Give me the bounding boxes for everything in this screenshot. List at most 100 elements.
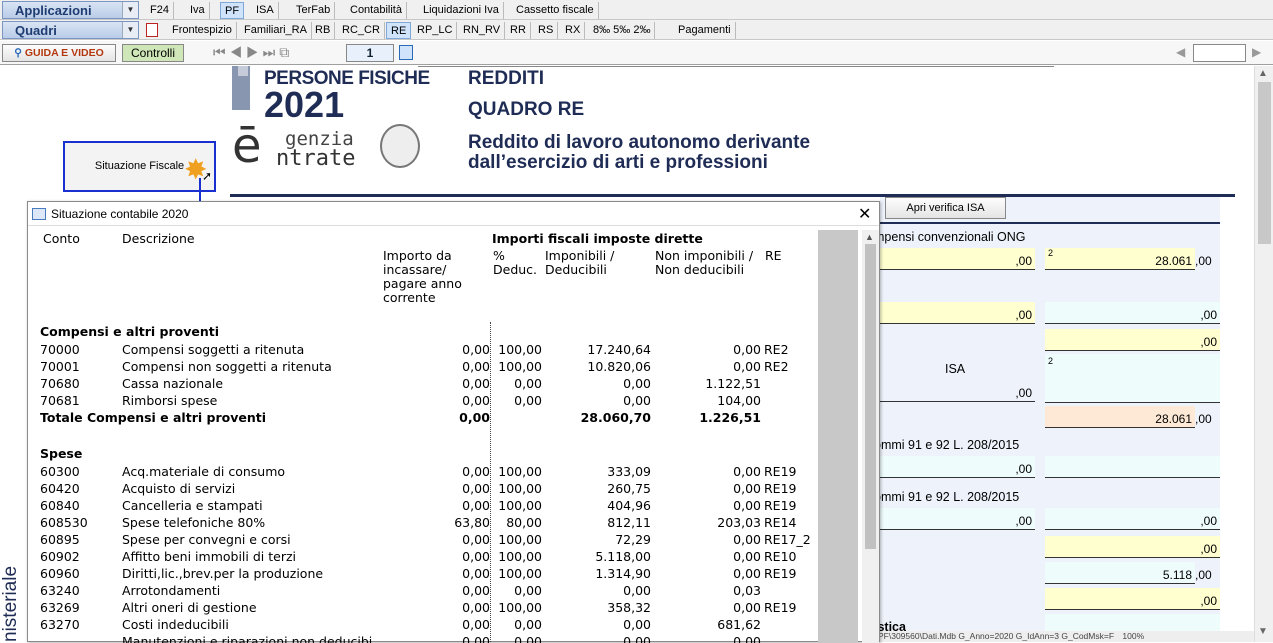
cell-conto: 60300 (40, 464, 80, 479)
tab-re[interactable]: RE (386, 22, 412, 39)
cell-perc: 100,00 (498, 359, 542, 374)
cell-imponibili: 17.240,64 (587, 342, 651, 357)
last-page-icon[interactable]: ⏭ (263, 44, 280, 60)
zoom-input[interactable] (1193, 44, 1246, 62)
tab-f24[interactable]: F24 (146, 2, 174, 19)
tab-rs[interactable]: RS (534, 22, 559, 39)
chevron-down-icon[interactable]: ▼ (122, 22, 138, 38)
cell-descrizione: Spese per convegni e corsi (122, 532, 291, 547)
section-title: Compensi e altri proventi (28, 324, 818, 341)
tab-familiari-ra[interactable]: Familiari_RA (240, 22, 312, 39)
cell-re: RE17_2 (764, 532, 811, 547)
table-row[interactable]: 60840 Cancelleria e stampati 0,00 100,00 404… (28, 498, 818, 515)
tab-rx[interactable]: RX (561, 22, 586, 39)
table-row[interactable]: 60895 Spese per convegni e corsi 0,00 100,0… (28, 532, 818, 549)
field-12[interactable]: ,00 (1045, 508, 1220, 530)
tab-rb[interactable]: RB (311, 22, 336, 39)
chevron-down-icon[interactable]: ▼ (122, 2, 138, 18)
dialog-scroll-up-icon[interactable]: ▲ (865, 232, 874, 242)
tab-contabilita[interactable]: Contabilità (346, 2, 407, 19)
tab-rp-lc[interactable]: RP_LC (413, 22, 458, 39)
tab-liquidazioni-iva[interactable]: Liquidazioni Iva (419, 2, 504, 19)
scroll-left-icon[interactable]: ◀ (1176, 45, 1185, 59)
page-number-input[interactable]: 1 (346, 44, 394, 62)
cell-importo: 0,00 (462, 342, 490, 357)
cell-perc: 100,00 (498, 464, 542, 479)
guida-video-button[interactable]: ⚲ GUIDA E VIDEO (2, 44, 116, 62)
applicazioni-combo[interactable]: Applicazioni ▼ (2, 1, 139, 19)
field-6[interactable]: ,00 (880, 380, 1035, 402)
table-row[interactable]: 70000 Compensi soggetti a ritenuta 0,00 100… (28, 342, 818, 359)
table-row[interactable]: 63240 Arrotondamenti 0,00 0,00 0,00 0,03 (28, 583, 818, 600)
search-page-icon[interactable] (399, 45, 413, 60)
tab-rc-cr[interactable]: RC_CR (338, 22, 385, 39)
quadri-combo[interactable]: Quadri ▼ (2, 21, 139, 39)
cell-importo: 0,00 (462, 549, 490, 564)
field-2[interactable]: 2 28.061 (1045, 248, 1195, 270)
table-row[interactable]: 60902 Affitto beni immobili di terzi 0,00 1… (28, 549, 818, 566)
field-14[interactable]: 5.118 (1045, 562, 1195, 584)
scroll-thumb[interactable] (1258, 82, 1271, 244)
tab-pf[interactable]: PF (220, 2, 245, 19)
scroll-down-icon[interactable]: ▼ (1258, 626, 1268, 637)
field-10[interactable] (1045, 456, 1220, 478)
cell-perc: 100,00 (498, 481, 542, 496)
tab-rn-rv[interactable]: RN_RV (459, 22, 506, 39)
table-row[interactable]: 63270 Costi indeducibili 0,00 0,00 0,00 681,6… (28, 617, 818, 634)
cell-perc: 0,00 (514, 393, 542, 408)
vertical-scrollbar[interactable]: ▲ ▼ (1254, 66, 1273, 642)
table-row[interactable]: 608530 Spese telefoniche 80% 63,80 80,00 812… (28, 515, 818, 532)
header-re: RE (765, 248, 782, 263)
dialog-scrollbar[interactable]: ▲ (862, 230, 879, 643)
magnifier-icon: ⚲ (14, 47, 25, 59)
dialog-scroll-thumb[interactable] (865, 244, 876, 549)
tab-iva[interactable]: Iva (186, 2, 210, 19)
prev-page-icon[interactable]: ◀ (230, 44, 247, 60)
controlli-button[interactable]: Controlli (122, 44, 184, 62)
field-5[interactable]: ,00 (1045, 329, 1220, 351)
table-row[interactable]: 63269 Altri oneri di gestione 0,00 100,00 35… (28, 600, 818, 617)
apri-verifica-isa-button[interactable]: Apri verifica ISA (885, 197, 1006, 219)
table-row[interactable]: 70680 Cassa nazionale 0,00 0,00 0,00 1.122,51 (28, 376, 818, 393)
tab-otto-per-mille[interactable]: 8‰ 5‰ 2‰ (589, 22, 656, 39)
cell-perc: 0,00 (514, 617, 542, 632)
field-15[interactable]: ,00 (1045, 588, 1220, 610)
cell-imponibili: 72,29 (615, 532, 651, 547)
field-8[interactable]: 28.061 (1045, 406, 1195, 428)
table-row[interactable]: 60960 Diritti,lic.,brev.per la produzione… (28, 566, 818, 583)
table-row[interactable]: 60420 Acquisto di servizi 0,00 100,00 260,75… (28, 481, 818, 498)
first-page-icon[interactable]: ⏮ (213, 44, 230, 60)
field-7[interactable]: 2 (1045, 354, 1220, 403)
cell-descrizione: Costi indeducibili (122, 617, 229, 632)
table-row[interactable]: 60300 Acq.materiale di consumo 0,00 100,00 3… (28, 464, 818, 481)
table-row[interactable]: 70681 Rimborsi spese 0,00 0,00 0,00 104,00 (28, 393, 818, 410)
copy-icon[interactable]: ⧉ (279, 44, 293, 60)
pdf-icon[interactable] (146, 23, 158, 37)
cell-conto: 63269 (40, 600, 80, 615)
next-page-icon[interactable]: ▶ (246, 44, 263, 60)
tab-cassetto-fiscale[interactable]: Cassetto fiscale (512, 2, 599, 19)
scroll-right-icon[interactable]: ▶ (1252, 45, 1261, 59)
dialog-titlebar: Situazione contabile 2020 ✕ (28, 202, 879, 226)
cell-conto: 70000 (40, 342, 80, 357)
close-icon[interactable]: ✕ (858, 204, 871, 224)
field-4[interactable]: ,00 (1045, 302, 1220, 324)
tab-pagamenti[interactable]: Pagamenti (674, 22, 736, 39)
total-row: Totale Compensi e altri proventi 0,00 28.0… (28, 410, 818, 427)
field-11[interactable]: ,00 (880, 508, 1035, 530)
field-3[interactable]: ,00 (880, 302, 1035, 324)
field-13[interactable]: ,00 (1045, 536, 1220, 558)
field-1[interactable]: ,00 (880, 248, 1035, 270)
agenzia-logo-icon: ē (232, 118, 262, 174)
tab-rr[interactable]: RR (506, 22, 531, 39)
cell-imponibili: 5.118,00 (595, 549, 651, 564)
tab-frontespizio[interactable]: Frontespizio (168, 22, 237, 39)
tab-isa[interactable]: ISA (252, 2, 279, 19)
table-row[interactable]: 70001 Compensi non soggetti a ritenuta 0,0… (28, 359, 818, 376)
field-9[interactable]: ,00 (880, 456, 1035, 478)
cell-importo: 0,00 (462, 532, 490, 547)
guida-label: GUIDA E VIDEO (24, 47, 104, 59)
navigation-toolbar: ⚲ GUIDA E VIDEO Controlli ⏮◀▶⏭⧉ 1 ◀ ▶ (0, 41, 1273, 65)
tab-terfab[interactable]: TerFab (292, 2, 336, 19)
scroll-up-icon[interactable]: ▲ (1258, 68, 1268, 79)
